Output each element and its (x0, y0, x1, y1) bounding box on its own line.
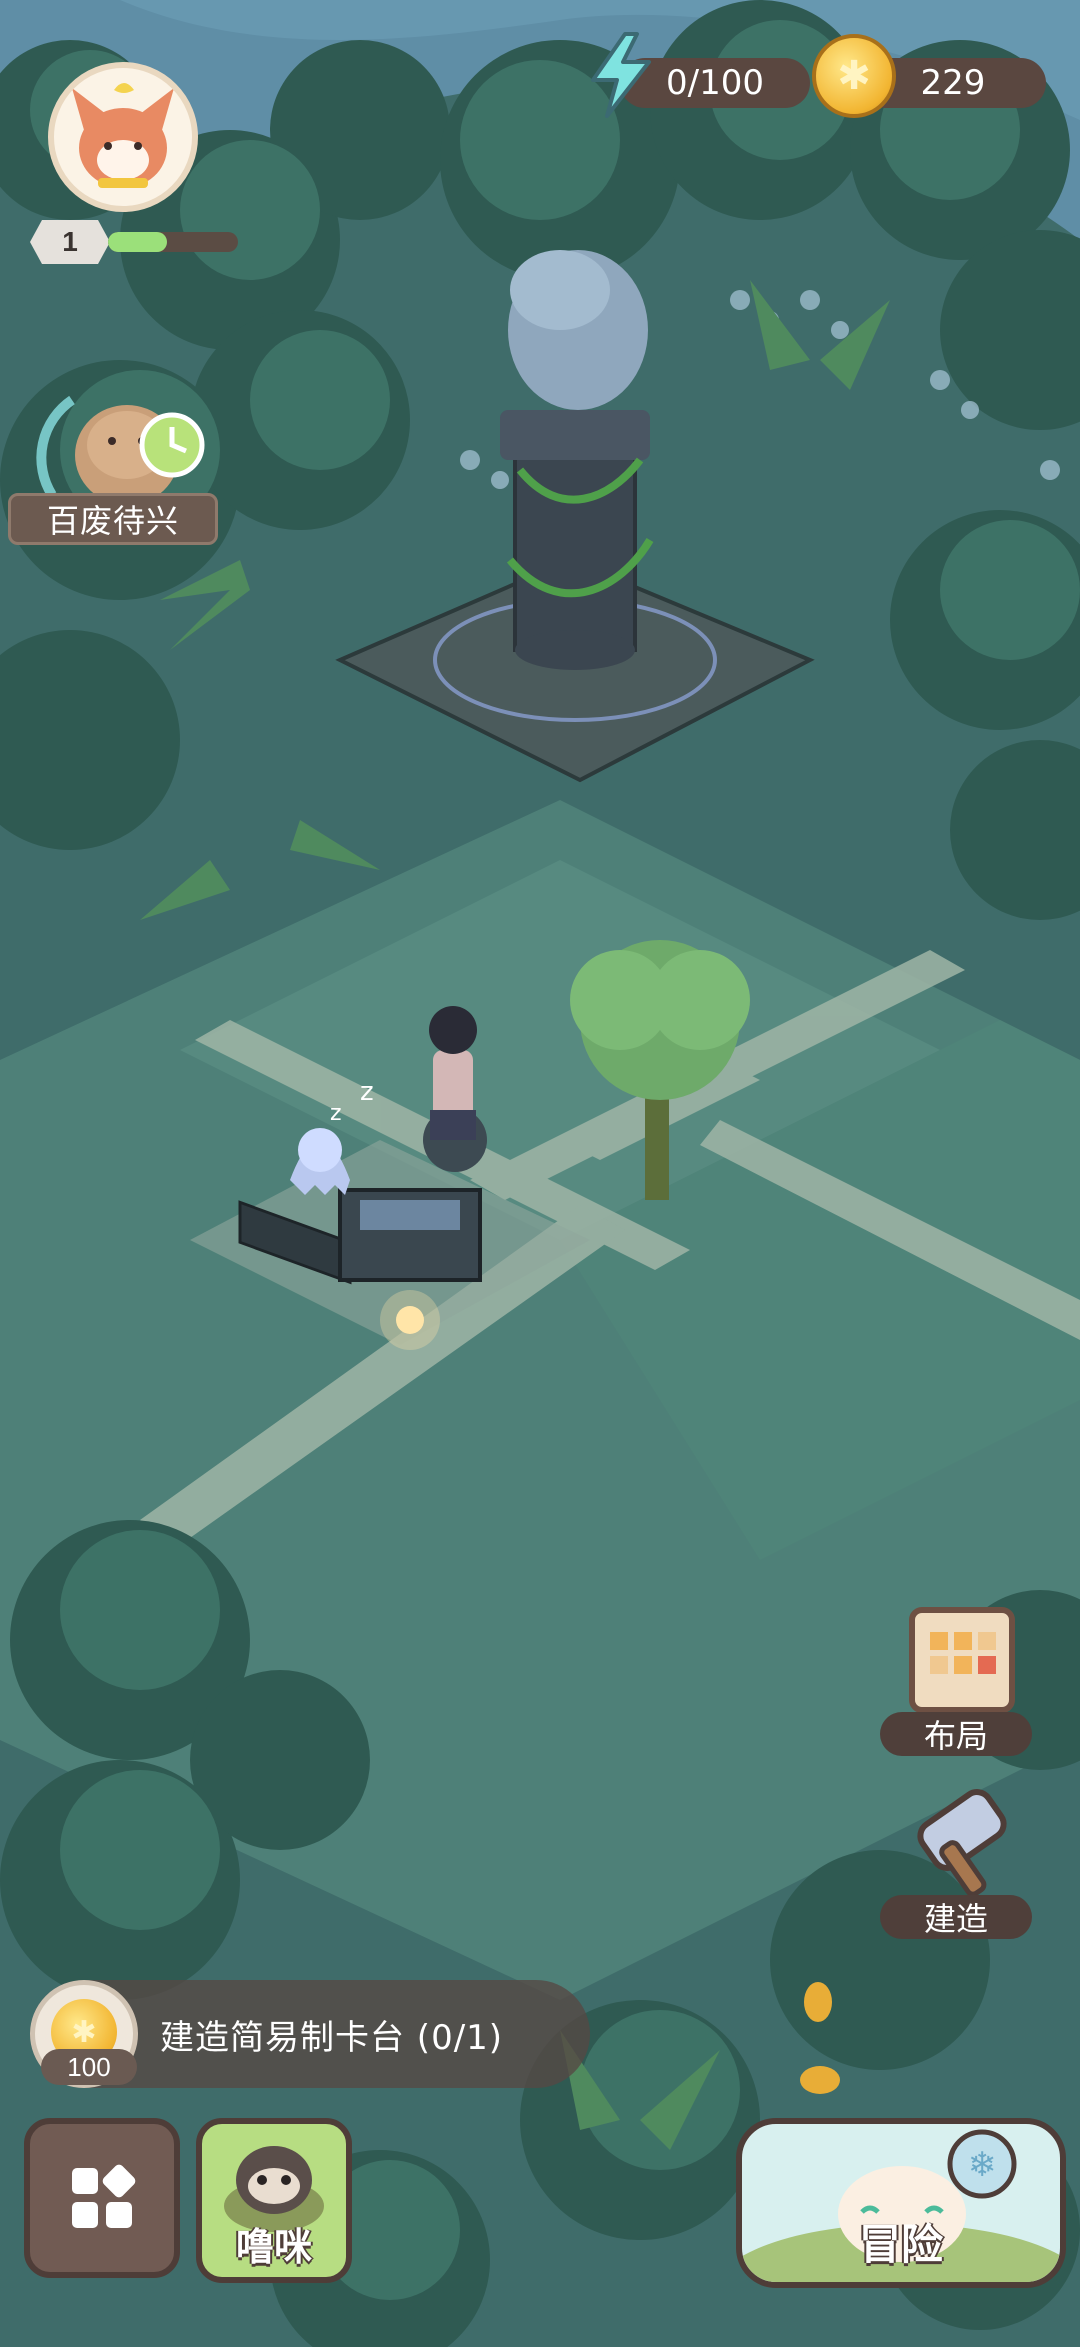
build-label: 建造 (880, 1895, 1032, 1939)
player-avatar[interactable] (48, 62, 198, 212)
task-banner[interactable]: ✱ 100 建造简易制卡台 (0/1) (30, 1980, 590, 2088)
grid-menu-icon (72, 2164, 136, 2228)
coin-icon: ✱ (812, 34, 896, 118)
layout-label: 布局 (880, 1712, 1032, 1756)
exp-bar-fill (108, 232, 167, 252)
svg-text:z: z (360, 1077, 374, 1107)
task-reward: ✱ 100 (30, 1980, 138, 2088)
coin-value: 229 (920, 63, 986, 103)
adventure-label: 冒险 (858, 2220, 943, 2269)
pet-button[interactable]: 噜咪 (196, 2118, 352, 2283)
main-menu-button[interactable] (24, 2118, 180, 2278)
task-cost: 100 (41, 2049, 137, 2085)
adventure-button[interactable]: ❄ 冒险 (736, 2118, 1066, 2288)
svg-text:❄: ❄ (968, 2145, 997, 2185)
exp-bar (108, 232, 238, 252)
pet-label: 噜咪 (235, 2225, 312, 2269)
layout-button[interactable]: 布局 (880, 1600, 1032, 1756)
scroll-map-icon (909, 1607, 1015, 1713)
quest-status-label: 百废待兴 (8, 493, 218, 545)
lightning-icon (585, 30, 657, 120)
task-text: 建造简易制卡台 (0/1) (160, 2017, 504, 2058)
hammer-icon (917, 1789, 1007, 1897)
level-number: 1 (30, 220, 110, 264)
build-button[interactable]: 建造 (880, 1785, 1032, 1939)
energy-value: 0/100 (666, 63, 764, 103)
fox-avatar-icon (72, 83, 174, 188)
level-indicator: 1 (30, 220, 238, 264)
svg-text:z: z (330, 1101, 342, 1126)
